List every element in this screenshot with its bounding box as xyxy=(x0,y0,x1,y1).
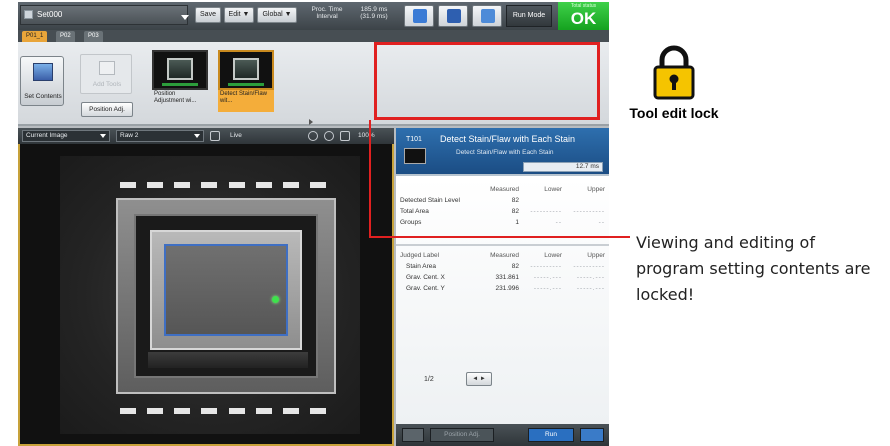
chip-frame xyxy=(116,198,336,394)
result-body: Measured Lower Upper Detected Stain Leve… xyxy=(396,178,609,424)
raw-image-value: Raw 2 xyxy=(120,132,139,139)
fit-to-screen-icon[interactable] xyxy=(340,131,350,141)
top-pins xyxy=(120,182,326,188)
image-source-select[interactable]: Current Image xyxy=(22,130,110,142)
proc-time-values: 185.9 ms (31.9 ms) xyxy=(360,6,388,20)
result-panel: T101 Detect Stain/Flaw with Each Stain D… xyxy=(396,128,609,446)
table-header-row: Measured Lower Upper xyxy=(398,184,607,195)
tool-card-position-adjustment[interactable]: Position Adjustment wi... xyxy=(152,50,208,114)
locked-area-highlight xyxy=(374,42,600,120)
save-data-icon xyxy=(447,9,461,23)
column-header: Measured xyxy=(490,252,519,259)
tool-thumbnail xyxy=(404,148,426,164)
scroll-right-icon[interactable] xyxy=(309,119,313,125)
add-tools-label: Add Tools xyxy=(92,81,122,88)
run-button[interactable]: Run xyxy=(528,428,574,442)
add-tool-icon xyxy=(99,61,115,75)
sensor-region xyxy=(164,244,288,336)
image-view-icon xyxy=(413,9,427,23)
result-footer: Position Adj. Run xyxy=(396,424,609,446)
position-adjustment-footer-button[interactable]: Position Adj. xyxy=(430,428,494,442)
lock-title: Tool edit lock xyxy=(629,105,719,121)
proc-time-label: Proc. Time Interval xyxy=(311,6,343,20)
settings-icon-button[interactable] xyxy=(580,428,604,442)
figure-stage: Set000 Save Edit ▼ Global ▼ Proc. Time I… xyxy=(0,0,890,446)
result-header: T101 Detect Stain/Flaw with Each Stain D… xyxy=(396,128,609,176)
tool-thumbnail xyxy=(218,50,274,90)
table-row: Stain Area 82 ---------- ---------- xyxy=(406,263,605,270)
chevron-down-icon xyxy=(194,134,200,138)
program-tab-strip: P01_1 P02 P03 xyxy=(18,30,609,42)
add-tools-button[interactable]: Add Tools xyxy=(80,54,132,94)
divider xyxy=(396,244,609,246)
result-table-overall: Measured Lower Upper Detected Stain Leve… xyxy=(398,184,607,228)
camera-image-view[interactable] xyxy=(18,144,394,446)
total-status-indicator: Total status OK xyxy=(558,2,609,30)
statistics-icon-button[interactable] xyxy=(472,5,502,27)
image-toolbar: Current Image Raw 2 Live 100% xyxy=(18,128,394,144)
table-row: Grav. Cent. X 331.861 -----.--- -----.--… xyxy=(406,274,605,281)
file-name: Set000 xyxy=(37,10,63,19)
tool-title: Detect Stain/Flaw with Each Stain xyxy=(440,134,576,144)
result-table-labels: Judged Label Measured Lower Upper Stain … xyxy=(398,250,607,294)
save-data-icon-button[interactable] xyxy=(438,5,468,27)
global-menu-button[interactable]: Global ▼ xyxy=(257,7,297,23)
statistics-icon xyxy=(481,9,495,23)
lock-note: Viewing and editing of program setting c… xyxy=(636,233,871,304)
run-mode-button[interactable]: Run Mode xyxy=(506,5,552,27)
tool-card-label: Detect Stain/Flaw wit... xyxy=(218,90,274,112)
page-nav-buttons[interactable]: ◄ ► xyxy=(466,372,492,386)
file-selector[interactable]: Set000 xyxy=(20,5,189,25)
tab-program-2[interactable]: P02 xyxy=(56,31,75,42)
zoom-in-icon[interactable] xyxy=(308,131,318,141)
tool-thumbnail xyxy=(152,50,208,90)
image-view-icon-button[interactable] xyxy=(404,5,434,27)
live-button[interactable]: Live xyxy=(230,130,242,142)
tool-card-detect-stain[interactable]: Detect Stain/Flaw wit... xyxy=(218,50,274,114)
callout-connector xyxy=(369,120,371,238)
keyboard-icon-button[interactable] xyxy=(402,428,424,442)
table-header-row: Judged Label Measured Lower Upper xyxy=(398,250,607,261)
tab-program-3[interactable]: P03 xyxy=(84,31,103,42)
image-source-value: Current Image xyxy=(26,132,68,139)
detected-stain-marker xyxy=(272,296,279,303)
save-button[interactable]: Save xyxy=(195,7,221,23)
title-bar: Set000 Save Edit ▼ Global ▼ Proc. Time I… xyxy=(18,2,609,30)
set-contents-label: Set Contents xyxy=(24,93,62,100)
column-header: Judged Label xyxy=(400,252,440,259)
tool-subtitle: Detect Stain/Flaw with Each Stain xyxy=(456,149,554,156)
zoom-out-icon[interactable] xyxy=(324,131,334,141)
display-settings-icon[interactable] xyxy=(210,131,220,141)
tool-id: T101 xyxy=(406,136,422,143)
padlock-icon xyxy=(653,45,695,100)
callout-connector xyxy=(369,236,630,238)
chevron-down-icon xyxy=(181,15,189,20)
processing-time: 12.7 ms xyxy=(523,162,603,172)
column-header: Measured xyxy=(490,186,519,193)
column-header: Upper xyxy=(587,186,605,193)
bottom-pins xyxy=(120,408,326,414)
total-status-value: OK xyxy=(570,9,597,28)
column-header: Upper xyxy=(587,252,605,259)
page-indicator: 1/2 xyxy=(424,376,434,383)
tab-program-1[interactable]: P01_1 xyxy=(22,31,48,42)
edit-menu-button[interactable]: Edit ▼ xyxy=(224,7,254,23)
chevron-down-icon xyxy=(100,134,106,138)
file-icon xyxy=(24,10,33,19)
zoom-level: 100% xyxy=(358,132,375,139)
table-row: Grav. Cent. Y 231.996 -----.--- -----.--… xyxy=(406,285,605,292)
column-header: Lower xyxy=(544,252,562,259)
table-row: Detected Stain Level 82 xyxy=(400,197,519,204)
position-adjustment-button[interactable]: Position Adj. xyxy=(81,102,133,117)
column-header: Lower xyxy=(544,186,562,193)
tool-card-label: Position Adjustment wi... xyxy=(154,91,197,104)
raw-image-select[interactable]: Raw 2 xyxy=(116,130,204,142)
table-row: Total Area 82 ---------- ---------- xyxy=(400,208,605,215)
camera-settings-icon xyxy=(33,63,53,81)
inspected-part-image xyxy=(60,156,360,434)
table-row: Groups 1 -- -- xyxy=(400,219,605,226)
set-contents-button[interactable]: Set Contents xyxy=(20,56,64,106)
